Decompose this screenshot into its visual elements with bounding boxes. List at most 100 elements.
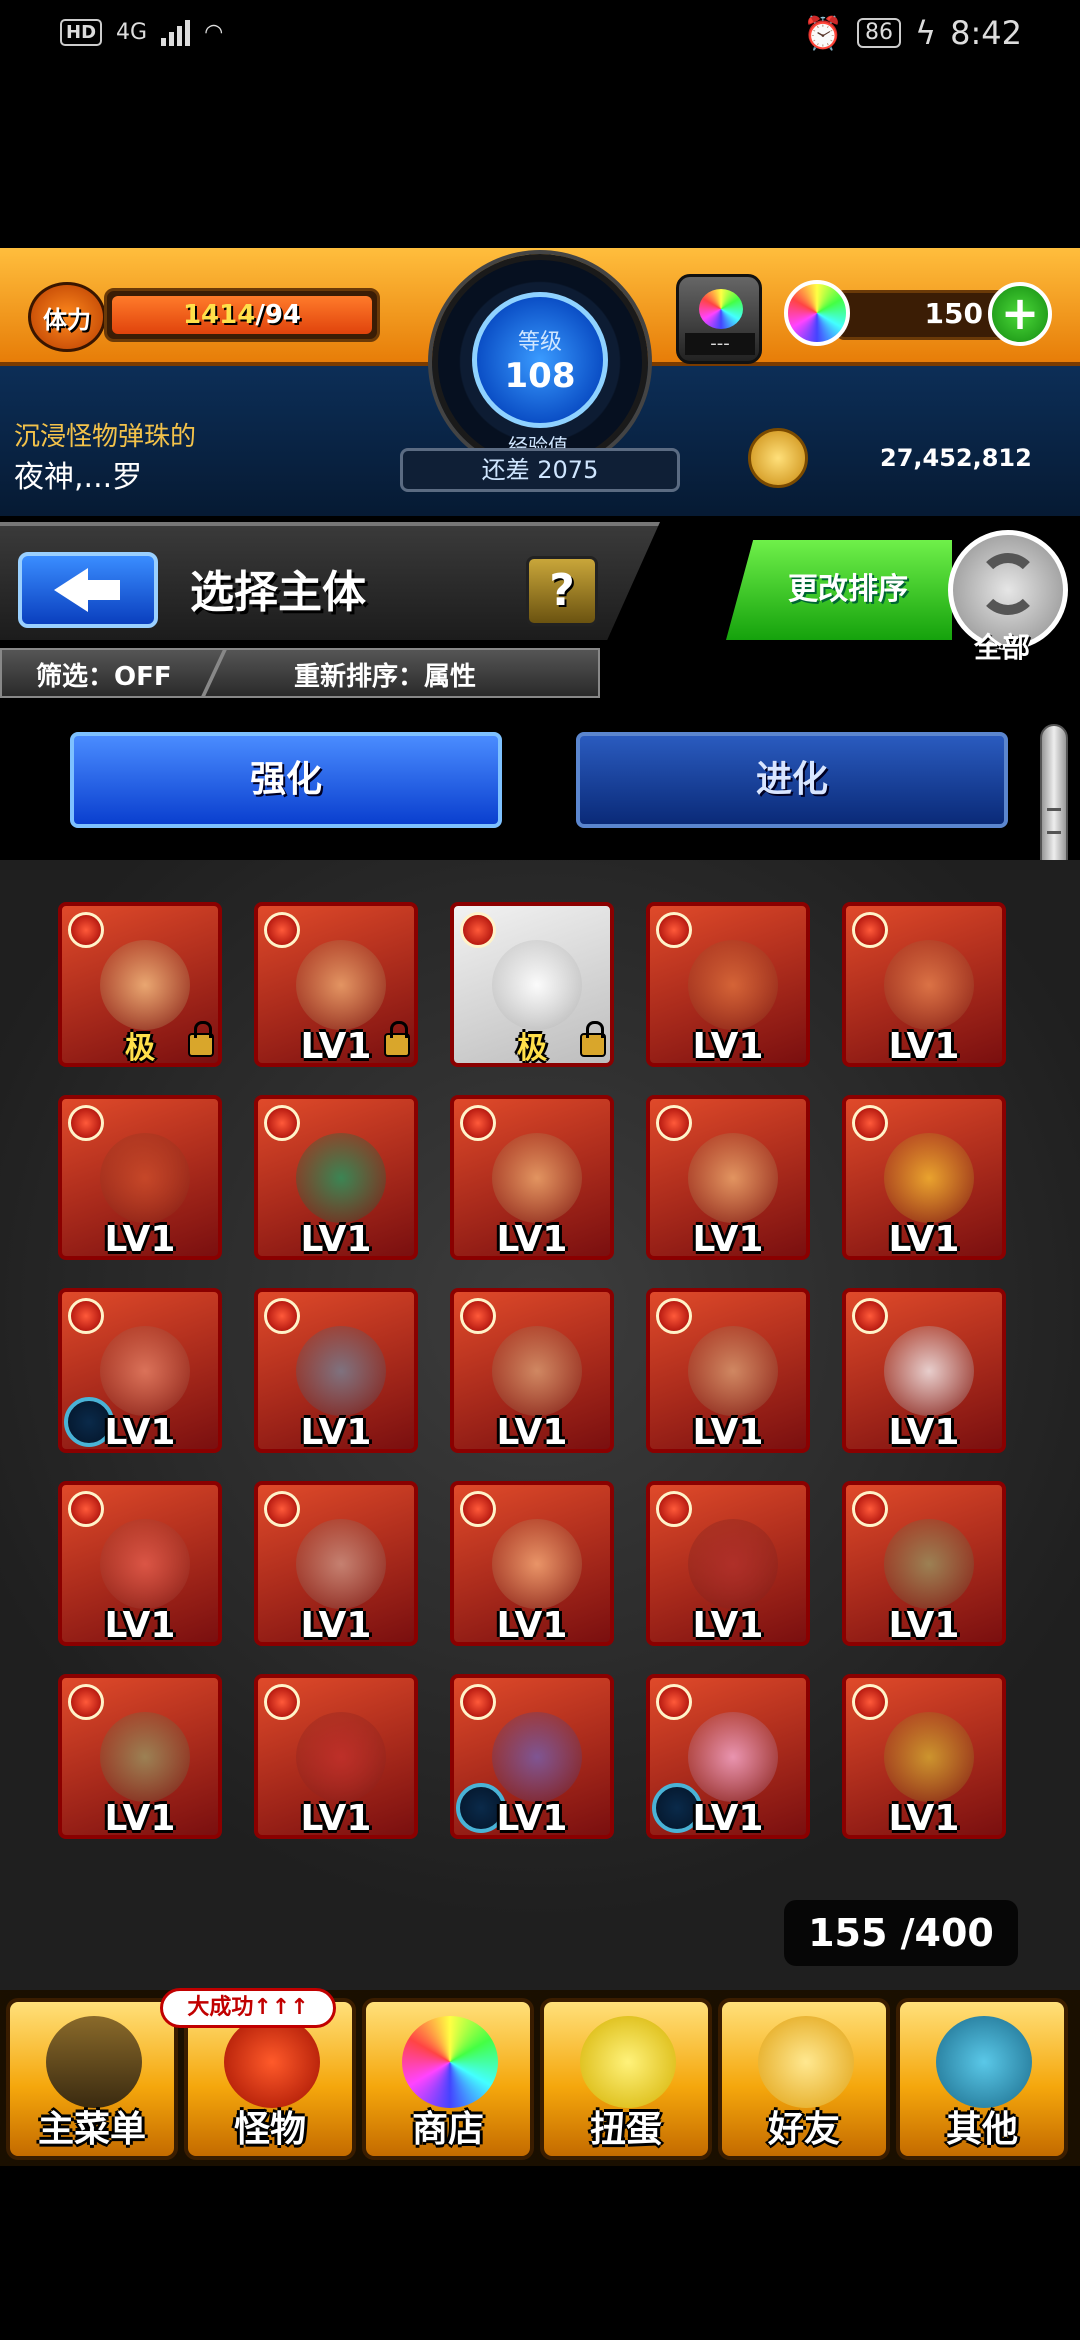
monster-portrait (492, 1326, 582, 1416)
bottom-spacer (0, 2166, 1080, 2340)
monster-card[interactable]: LV1 (646, 1674, 810, 1839)
monster-portrait (100, 1326, 190, 1416)
monster-level: LV1 (104, 1219, 176, 1260)
page-title: 选择主体 (190, 567, 366, 618)
monster-card[interactable]: LV1 (450, 1288, 614, 1453)
fire-element-icon (68, 912, 104, 948)
monster-portrait (100, 1519, 190, 1609)
monster-card[interactable]: LV1 (842, 1095, 1006, 1260)
monster-card[interactable]: LV1 (254, 1288, 418, 1453)
monster-level: LV1 (496, 1798, 568, 1839)
monster-level: LV1 (888, 1605, 960, 1646)
monster-level: LV1 (496, 1219, 568, 1260)
sort-mode[interactable]: 重新排序：属性 (294, 656, 476, 693)
monster-portrait (492, 1133, 582, 1223)
fire-element-icon (264, 1105, 300, 1141)
fire-element-icon (460, 1491, 496, 1527)
clock: 8:42 (950, 14, 1022, 52)
back-arrow-icon (54, 568, 120, 612)
player-name: 夜神,...罗 (14, 460, 143, 495)
monster-portrait (100, 940, 190, 1030)
monster-portrait (884, 1133, 974, 1223)
exp-remaining: 还差 2075 (400, 448, 680, 492)
nav-label: 怪物 (233, 2109, 306, 2150)
monster-portrait (100, 1712, 190, 1802)
fire-element-icon (68, 1298, 104, 1334)
battery-icon: 86 (857, 18, 902, 48)
nav-item-4[interactable]: 好友 (718, 1998, 890, 2160)
monster-portrait (884, 1712, 974, 1802)
monster-card[interactable]: LV1 (842, 1481, 1006, 1646)
fire-element-icon (68, 1105, 104, 1141)
monster-card[interactable]: LV1 (842, 1288, 1006, 1453)
fire-element-icon (68, 1491, 104, 1527)
monster-level: LV1 (692, 1412, 764, 1453)
lock-icon (580, 1021, 606, 1057)
help-button[interactable]: ? (526, 556, 598, 626)
orb-case-icon[interactable]: --- (676, 274, 762, 364)
monster-card[interactable]: 极 (450, 902, 614, 1067)
monster-card[interactable]: 极 (58, 902, 222, 1067)
diamond-icon (936, 2016, 1032, 2108)
monster-card[interactable]: LV1 (646, 1288, 810, 1453)
status-bar: HD 4G ◠ ⏰ 86 ϟ 8:42 (0, 0, 1080, 72)
monster-card[interactable]: LV1 (254, 902, 418, 1067)
lock-icon (188, 1021, 214, 1057)
orb-counter: 150 (836, 290, 1006, 340)
monster-card[interactable]: LV1 (254, 1095, 418, 1260)
monster-card[interactable]: LV1 (842, 902, 1006, 1067)
monster-card[interactable]: LV1 (450, 1095, 614, 1260)
wifi-icon: ◠ (204, 19, 224, 45)
monster-portrait (688, 940, 778, 1030)
monster-portrait (688, 1326, 778, 1416)
battery-level: 86 (865, 20, 894, 45)
stamina-bar[interactable]: 1414 /94 (104, 288, 380, 342)
monster-card[interactable]: LV1 (254, 1481, 418, 1646)
level-badge[interactable]: 等级 108 (472, 292, 608, 428)
monster-icon (224, 2016, 320, 2108)
fire-element-icon (656, 1684, 692, 1720)
filter-toggle[interactable]: 筛选：OFF (36, 656, 172, 693)
charging-icon: ϟ (915, 14, 937, 52)
monster-card[interactable]: LV1 (58, 1288, 222, 1453)
monster-card[interactable]: LV1 (58, 1095, 222, 1260)
nav-item-0[interactable]: 主菜单 (6, 1998, 178, 2160)
rainbow-orb-icon (784, 280, 850, 346)
egg-icon (580, 2016, 676, 2108)
home-gate-icon (46, 2016, 142, 2108)
monster-card[interactable]: LV1 (58, 1674, 222, 1839)
fire-element-icon (460, 1298, 496, 1334)
monster-level: LV1 (692, 1026, 764, 1067)
add-orbs-button[interactable]: + (988, 282, 1052, 346)
back-button[interactable] (18, 552, 158, 628)
monster-level: LV1 (300, 1219, 372, 1260)
fire-element-icon (852, 1491, 888, 1527)
fire-element-icon (264, 1491, 300, 1527)
monster-portrait (688, 1712, 778, 1802)
monster-portrait (884, 1326, 974, 1416)
nav-item-3[interactable]: 扭蛋 (540, 1998, 712, 2160)
monster-card[interactable]: LV1 (58, 1481, 222, 1646)
gold-coin-icon (748, 428, 808, 488)
monster-card[interactable]: LV1 (646, 1095, 810, 1260)
monster-level: LV1 (692, 1219, 764, 1260)
monster-portrait (296, 1326, 386, 1416)
monster-card[interactable]: LV1 (254, 1674, 418, 1839)
fire-element-icon (852, 1298, 888, 1334)
fire-element-icon (656, 912, 692, 948)
monster-level: LV1 (104, 1605, 176, 1646)
monster-card[interactable]: LV1 (646, 902, 810, 1067)
monster-portrait (688, 1133, 778, 1223)
nav-item-2[interactable]: 商店 (362, 1998, 534, 2160)
change-sort-button[interactable]: 更改排序 (726, 540, 952, 640)
nav-item-5[interactable]: 其他 (896, 1998, 1068, 2160)
tab-power-up[interactable]: 强化 (70, 732, 502, 828)
monster-card[interactable]: LV1 (646, 1481, 810, 1646)
monster-portrait (100, 1133, 190, 1223)
nav-label: 扭蛋 (589, 2109, 662, 2150)
monster-level: LV1 (104, 1412, 176, 1453)
monster-card[interactable]: LV1 (842, 1674, 1006, 1839)
monster-card[interactable]: LV1 (450, 1481, 614, 1646)
monster-card[interactable]: LV1 (450, 1674, 614, 1839)
tab-evolve[interactable]: 进化 (576, 732, 1008, 828)
